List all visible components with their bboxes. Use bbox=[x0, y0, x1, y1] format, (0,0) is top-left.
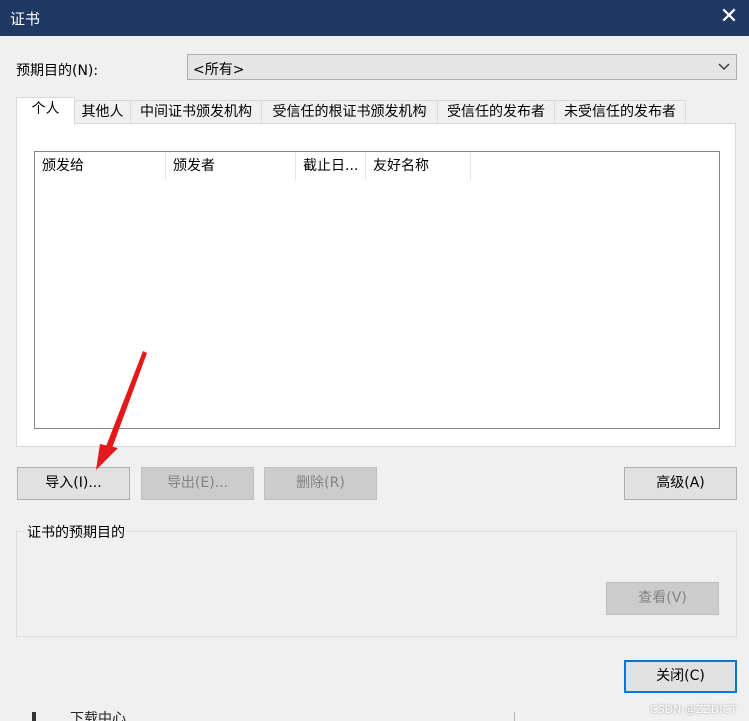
background-divider bbox=[514, 712, 515, 721]
certificates-dialog: 证书 ✕ 预期目的(N): <所有> 个人 其他人 中间证书颁发机构 受信任的根… bbox=[0, 0, 749, 721]
tab-label: 受信任的根证书颁发机构 bbox=[272, 104, 427, 120]
tab-untrusted-publishers[interactable]: 未受信任的发布者 bbox=[554, 100, 686, 124]
tab-label: 受信任的发布者 bbox=[447, 104, 545, 120]
tab-other-people[interactable]: 其他人 bbox=[74, 100, 131, 124]
import-button[interactable]: 导入(I)... bbox=[17, 467, 130, 500]
background-partial-text: 下载中心 bbox=[70, 711, 126, 721]
tab-panel-personal: 颁发给 颁发者 截止日... 友好名称 bbox=[16, 123, 736, 447]
tab-trusted-root-ca[interactable]: 受信任的根证书颁发机构 bbox=[261, 100, 438, 124]
column-header-issued-to[interactable]: 颁发给 bbox=[35, 152, 166, 180]
window-title: 证书 bbox=[10, 10, 41, 28]
title-bar[interactable]: 证书 ✕ bbox=[0, 0, 749, 36]
tab-label: 其他人 bbox=[81, 104, 124, 120]
watermark: CSDN @ZZDICT bbox=[649, 703, 737, 716]
tab-label: 未受信任的发布者 bbox=[564, 104, 676, 120]
advanced-button[interactable]: 高级(A) bbox=[624, 467, 737, 500]
close-button[interactable]: 关闭(C) bbox=[624, 660, 737, 693]
column-header-expiration-date[interactable]: 截止日... bbox=[296, 152, 366, 180]
intended-purposes-group-label: 证书的预期目的 bbox=[25, 522, 127, 542]
tab-label: 中间证书颁发机构 bbox=[140, 104, 252, 120]
background-marker bbox=[32, 712, 36, 721]
intended-purpose-value: <所有> bbox=[193, 62, 245, 78]
tab-intermediate-ca[interactable]: 中间证书颁发机构 bbox=[130, 100, 262, 124]
background-window-strip: 下载中心 bbox=[0, 708, 749, 721]
tab-trusted-publishers[interactable]: 受信任的发布者 bbox=[437, 100, 555, 124]
intended-purpose-dropdown[interactable]: <所有> bbox=[187, 54, 737, 80]
close-icon[interactable]: ✕ bbox=[715, 3, 743, 31]
tab-label: 个人 bbox=[31, 101, 60, 117]
export-button[interactable]: 导出(E)... bbox=[141, 467, 254, 500]
intended-purpose-label: 预期目的(N): bbox=[16, 63, 99, 79]
view-button[interactable]: 查看(V) bbox=[606, 582, 719, 615]
remove-button[interactable]: 删除(R) bbox=[264, 467, 377, 500]
column-header-friendly-name[interactable]: 友好名称 bbox=[366, 152, 471, 180]
certificate-list[interactable]: 颁发给 颁发者 截止日... 友好名称 bbox=[34, 151, 720, 429]
tab-personal[interactable]: 个人 bbox=[16, 97, 75, 125]
column-header-issued-by[interactable]: 颁发者 bbox=[166, 152, 296, 180]
chevron-down-icon bbox=[718, 63, 730, 70]
